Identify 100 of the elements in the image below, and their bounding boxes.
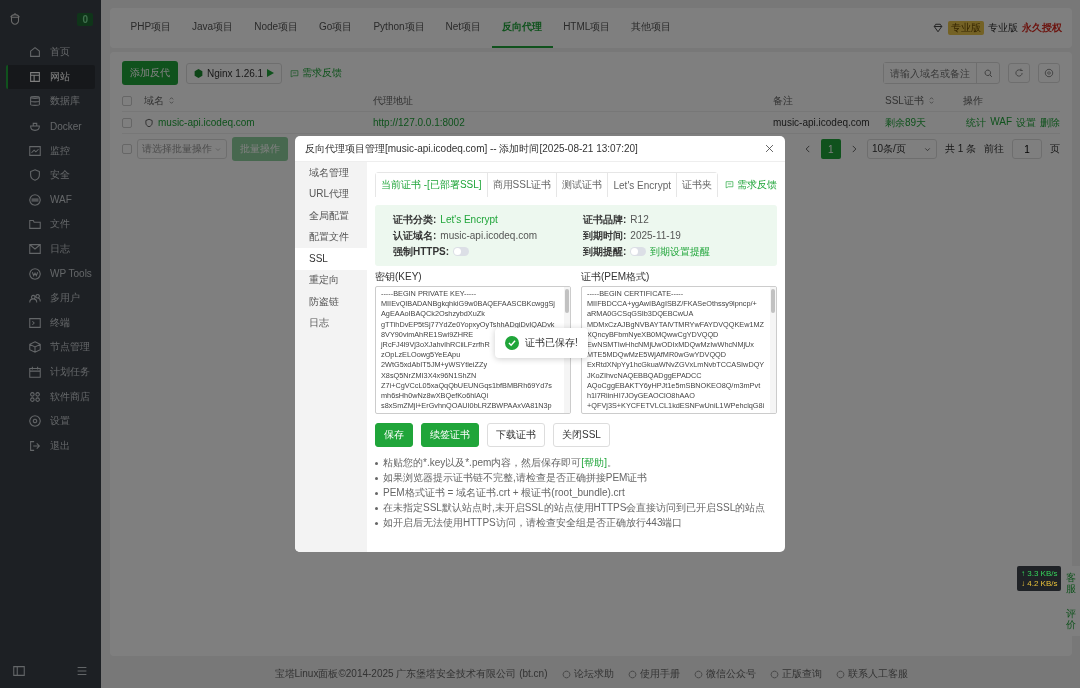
column-header: 备注 — [773, 93, 794, 108]
goto-label: 前往 — [984, 142, 1004, 156]
cube-icon — [28, 340, 42, 355]
row-checkbox[interactable] — [122, 117, 132, 128]
note-text: 如开启后无法使用HTTPS访问，请检查安全组是否正确放行443端口 — [383, 516, 683, 530]
project-tab[interactable]: Node项目 — [243, 8, 309, 48]
chart-icon — [28, 143, 42, 158]
sidebar-item[interactable]: 首页 — [6, 40, 95, 65]
proxy-url-link[interactable]: http://127.0.0.1:8002 — [373, 117, 465, 128]
batch-checkbox[interactable] — [122, 144, 132, 154]
action-button[interactable]: 续签证书 — [421, 423, 479, 447]
hexagon-icon — [194, 68, 203, 78]
project-tab[interactable]: 其他项目 — [620, 8, 682, 48]
window-icon — [28, 69, 42, 84]
bullet-icon — [375, 461, 378, 465]
sort-icon — [167, 96, 176, 105]
play-icon[interactable] — [267, 69, 275, 77]
shield-icon — [28, 168, 42, 183]
reminder-link[interactable]: 到期设置提醒 — [650, 244, 711, 259]
refresh-button[interactable] — [1008, 63, 1030, 83]
dialog-menu-item[interactable]: 日志 — [295, 312, 367, 334]
info-value: music-api.icodeq.com — [440, 230, 538, 241]
page-input[interactable]: 1 — [1012, 139, 1042, 159]
column-header[interactable]: 域名 — [144, 93, 373, 108]
terminal-icon — [28, 315, 42, 330]
note-text: 如果浏览器提示证书链不完整,请检查是否正确拼接PEM证书 — [383, 471, 648, 485]
project-tab[interactable]: 反向代理 — [491, 8, 553, 48]
project-tab[interactable]: HTML项目 — [552, 8, 621, 48]
info-label: 证书品牌: — [583, 212, 627, 227]
project-tab[interactable]: Net项目 — [435, 8, 492, 48]
database-icon — [28, 94, 42, 109]
dialog-menu-item[interactable]: SSL — [295, 248, 367, 270]
dialog-menu-item[interactable]: 配置文件 — [295, 226, 367, 248]
nginx-button[interactable]: Nginx 1.26.1 — [186, 62, 283, 84]
search-field[interactable]: 请输入域名或备注 — [883, 62, 1000, 84]
bullet-icon — [375, 506, 378, 510]
edition-badge: 专业版 — [948, 21, 984, 35]
feedback-link[interactable]: 需求反馈 — [290, 66, 343, 80]
info-value: 2025-11-19 — [630, 230, 681, 241]
feedback-link[interactable]: 需求反馈 — [725, 177, 777, 192]
field-label: 密钥(KEY) — [375, 270, 423, 284]
footer-link[interactable]: 使用手册 — [627, 667, 680, 681]
footer-link[interactable]: 联系人工客服 — [835, 667, 908, 681]
license-link[interactable]: 永久授权 — [1022, 21, 1062, 35]
toggle-switch[interactable] — [453, 247, 470, 256]
settings-button[interactable] — [1038, 63, 1060, 83]
dialog-menu-item[interactable]: 全局配置 — [295, 205, 367, 227]
project-tab[interactable]: PHP项目 — [120, 8, 182, 48]
dialog-menu-item[interactable]: 重定向 — [295, 269, 367, 291]
sidebar-item[interactable]: WP Tools — [6, 261, 95, 286]
sidebar-item[interactable]: Docker — [6, 113, 95, 139]
certificate-tab[interactable]: 当前证书 -[已部署SSL] — [376, 173, 488, 197]
help-link[interactable]: [帮助] — [581, 457, 607, 468]
add-proxy-button[interactable]: 添加反代 — [122, 61, 178, 85]
select-all-checkbox[interactable] — [122, 95, 132, 106]
settings-icon — [28, 414, 42, 429]
dialog-menu-item[interactable]: 域名管理 — [295, 162, 367, 184]
side-tab[interactable]: 客服 — [1066, 572, 1076, 594]
side-tab[interactable]: 评价 — [1066, 608, 1076, 630]
action-button[interactable]: 关闭SSL — [553, 423, 610, 447]
collapse-icon — [12, 664, 26, 678]
info-label: 到期时间: — [583, 228, 627, 243]
action-link[interactable]: 统计 — [966, 115, 987, 130]
toggle-switch[interactable] — [630, 247, 647, 256]
page-button[interactable]: 1 — [820, 139, 841, 159]
project-tab[interactable]: Java项目 — [181, 8, 244, 48]
close-button[interactable] — [764, 143, 775, 154]
sidebar-item[interactable]: 网站 — [6, 64, 95, 90]
info-label: 证书分类: — [393, 212, 437, 227]
shield-icon — [144, 117, 154, 128]
action-link[interactable]: 删除 — [1040, 115, 1060, 130]
settings-icon — [1044, 68, 1054, 78]
action-link[interactable]: 设置 — [1016, 115, 1036, 130]
sidebar-item[interactable]: 文件 — [6, 212, 95, 237]
calendar-icon — [28, 365, 42, 379]
ssl-status[interactable]: 剩余89天 — [885, 116, 927, 128]
scrollbar[interactable] — [770, 287, 776, 413]
dialog-menu-item[interactable]: 防盗链 — [295, 291, 367, 313]
footer-link[interactable]: 论坛求助 — [561, 667, 614, 681]
action-button[interactable]: 下载证书 — [487, 423, 545, 447]
footer-link[interactable]: 微信公众号 — [693, 667, 756, 681]
total-count: 共 1 条 — [944, 142, 976, 156]
domain-link[interactable]: music-api.icodeq.com — [158, 117, 255, 128]
dialog-menu-item[interactable]: URL代理 — [295, 183, 367, 205]
feedback-icon — [290, 68, 300, 78]
sidebar-item[interactable]: WAF — [6, 187, 95, 213]
upload-speed: ↑ 3.3 KB/s — [1021, 569, 1058, 578]
page-size-select[interactable]: 10条/页 — [866, 139, 937, 159]
download-speed: ↓ 4.2 KB/s — [1021, 579, 1058, 588]
info-value: R12 — [630, 214, 649, 225]
info-label: 强制HTTPS: — [393, 244, 450, 259]
refresh-icon — [1014, 68, 1024, 78]
project-tab[interactable]: Python项目 — [362, 8, 436, 48]
info-value: Let's Encrypt — [440, 214, 498, 225]
column-header[interactable]: SSL证书 — [885, 93, 963, 108]
note-text: PEM格式证书 = 域名证书.crt + 根证书(root_bundle).crt — [383, 486, 625, 500]
menu-icon — [75, 664, 89, 678]
action-link[interactable]: WAF — [990, 115, 1012, 130]
project-tab[interactable]: Go项目 — [308, 8, 363, 48]
action-button[interactable]: 保存 — [375, 423, 413, 447]
